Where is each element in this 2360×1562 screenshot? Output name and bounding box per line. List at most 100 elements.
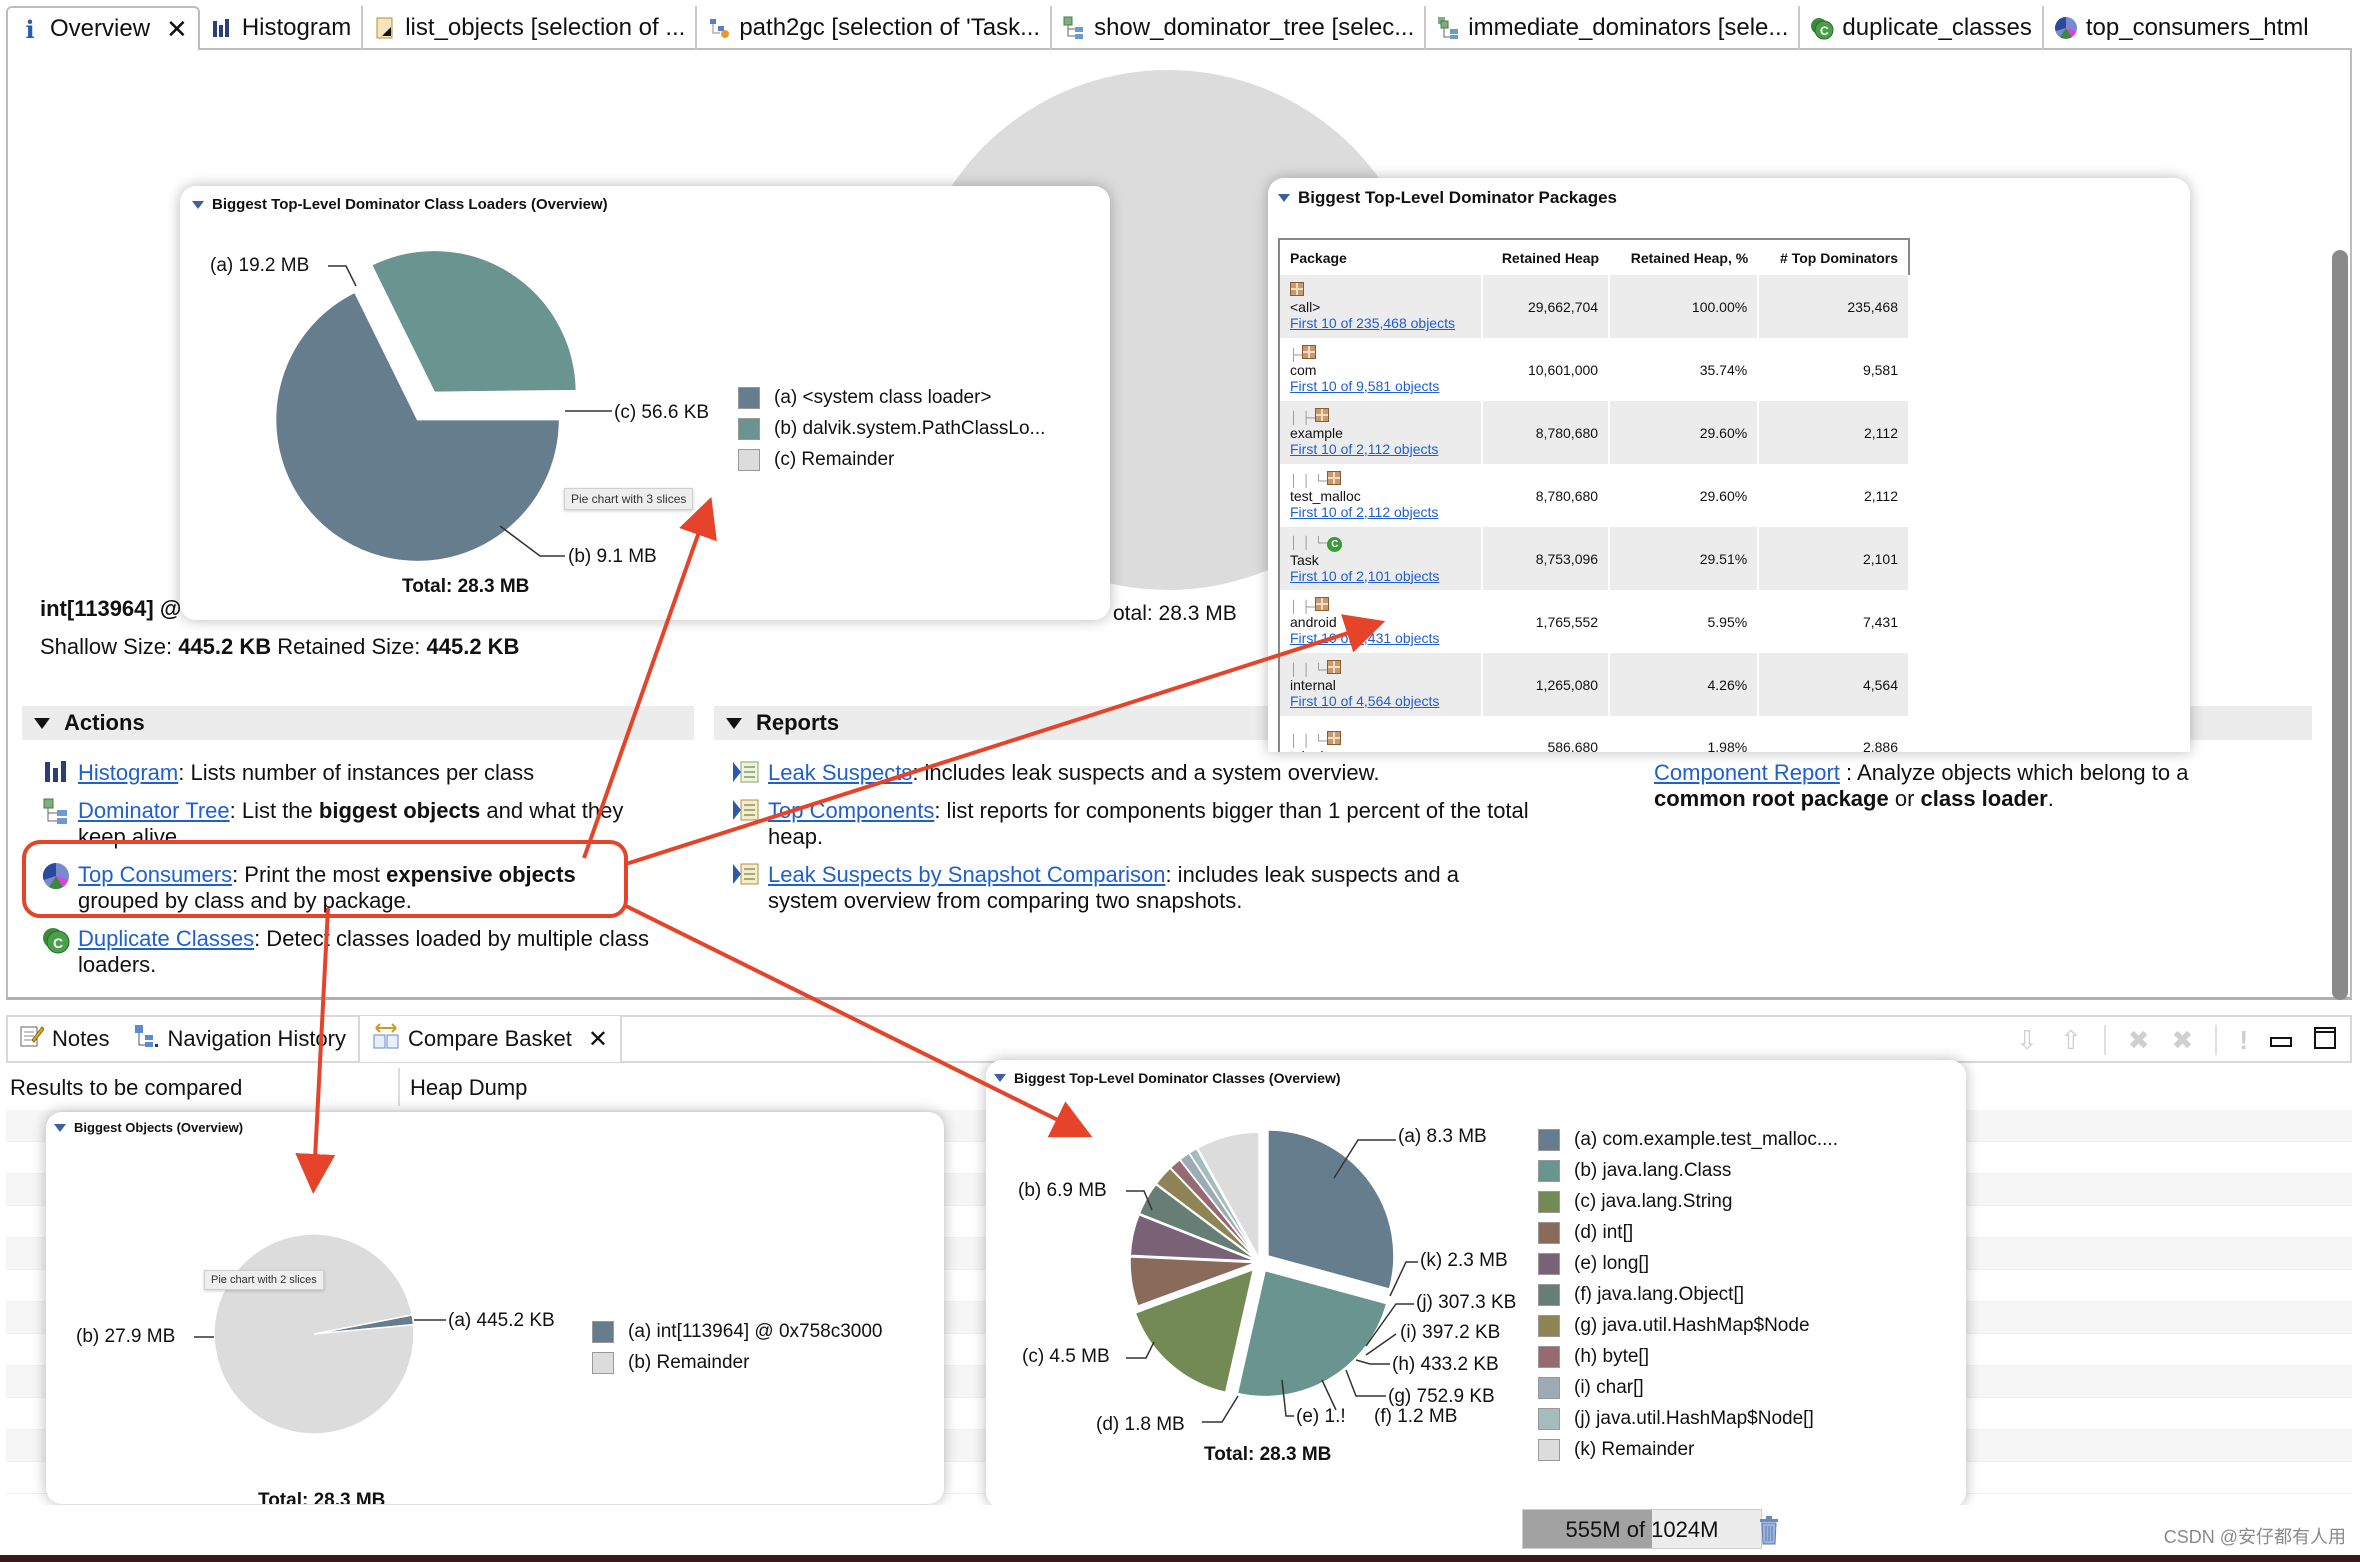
tab-notes[interactable]: Notes xyxy=(8,1016,121,1062)
legend-label: (j) java.util.HashMap$Node[] xyxy=(1574,1407,1814,1429)
legend-swatch xyxy=(592,1351,614,1374)
compare-basket-icon xyxy=(372,1022,400,1056)
package-name: android xyxy=(1290,614,1337,630)
remove-all-icon[interactable]: ✖ xyxy=(2172,1025,2194,1056)
data-label-f: (f) 1.2 MB xyxy=(1374,1406,1457,1427)
first-objects-link[interactable]: First 10 of 9,581 objects xyxy=(1290,378,1439,394)
maximize-icon[interactable] xyxy=(2314,1025,2336,1056)
report-icon xyxy=(732,798,760,826)
top-consumers-icon xyxy=(42,862,70,890)
package-name: telephony xyxy=(1290,748,1471,753)
retained-heap-cell: 586,680 xyxy=(1481,716,1611,752)
watermark: CSDN @安仔都有人用 xyxy=(2163,1527,2346,1547)
tab-top-consumers-html[interactable]: top_consumers_html xyxy=(2044,6,2319,50)
table-row[interactable]: │ │ └─ test_malloc First 10 of 2,112 objec… xyxy=(1279,464,1910,527)
top-components-link[interactable]: Top Components xyxy=(768,798,934,823)
packages-card-title[interactable]: Biggest Top-Level Dominator Packages xyxy=(1278,188,1617,208)
heap-status[interactable]: 555M of 1024M xyxy=(1522,1509,1762,1549)
first-objects-link[interactable]: First 10 of 2,112 objects xyxy=(1290,504,1438,520)
vertical-scrollbar[interactable] xyxy=(2332,250,2348,1000)
top-consumers-link[interactable]: Top Consumers xyxy=(78,862,232,887)
first-objects-link[interactable]: First 10 of 4,564 objects xyxy=(1290,693,1439,709)
data-label-b: (b) 6.9 MB xyxy=(1018,1180,1107,1201)
trash-icon[interactable] xyxy=(1758,1515,1780,1545)
reports-title: Reports xyxy=(756,710,840,735)
package-cell: │ ├─ example First 10 of 2,112 objects xyxy=(1279,401,1483,464)
tab-path2gc[interactable]: path2gc [selection of 'Task... xyxy=(697,6,1053,50)
legend-swatch xyxy=(1538,1221,1560,1244)
component-report-link[interactable]: Component Report xyxy=(1654,760,1840,785)
leak-suspects-link[interactable]: Leak Suspects xyxy=(768,760,912,785)
leader-line xyxy=(1355,1359,1390,1365)
close-icon[interactable]: ✕ xyxy=(166,14,188,45)
move-up-icon[interactable]: ⇧ xyxy=(2060,1025,2082,1056)
column-header-package[interactable]: Package xyxy=(1279,239,1482,275)
remove-icon[interactable]: ✖ xyxy=(2128,1025,2150,1056)
first-objects-link[interactable]: First 10 of 2,112 objects xyxy=(1290,441,1438,457)
window-bottom-edge xyxy=(0,1555,2360,1562)
column-header-retained-heap[interactable]: Retained Heap xyxy=(1481,239,1610,275)
tab-immediate-dominators[interactable]: immediate_dominators [sele... xyxy=(1426,6,1801,50)
retained-size-label: Retained Size: xyxy=(277,634,421,659)
pie-slice-b[interactable] xyxy=(213,1233,415,1435)
tab-overview[interactable]: i Overview ✕ xyxy=(6,6,200,50)
tab-show-dominator-tree[interactable]: show_dominator_tree [selec... xyxy=(1052,6,1427,50)
tab-navigation-history[interactable]: Navigation History xyxy=(121,1016,358,1062)
retained-pct-cell: 5.95% xyxy=(1609,590,1760,653)
package-cell: ├─ com First 10 of 9,581 objects xyxy=(1279,338,1483,401)
package-icon xyxy=(1327,730,1342,745)
move-down-icon[interactable]: ⇩ xyxy=(2016,1025,2038,1056)
column-header-retained-heap-pct[interactable]: Retained Heap, % xyxy=(1609,239,1759,275)
legend-item: (b) Remainder xyxy=(592,1347,883,1378)
legend-label: (a) com.example.test_malloc.... xyxy=(1574,1128,1838,1150)
top-dominators-cell: 9,581 xyxy=(1758,338,1910,401)
table-row[interactable]: │ │ └─ C Task First 10 of 2,101 objects 8,75… xyxy=(1279,527,1910,590)
compare-icon[interactable]: ! xyxy=(2239,1025,2248,1056)
actions-section-header[interactable]: Actions xyxy=(22,706,694,740)
close-icon[interactable]: ✕ xyxy=(588,1025,608,1054)
component-report-desc-mid: or xyxy=(1888,786,1921,811)
class-loaders-legend: (a) <system class loader> (b) dalvik.syst… xyxy=(738,382,1045,475)
table-row[interactable]: │ ├─ android First 10 of 7,431 objects 1,76… xyxy=(1279,590,1910,653)
legend-swatch xyxy=(1538,1376,1560,1399)
histogram-icon xyxy=(210,16,234,40)
table-row[interactable]: <all> First 10 of 235,468 objects 29,662,7… xyxy=(1279,275,1910,338)
tab-list-objects[interactable]: list_objects [selection of ... xyxy=(363,6,698,50)
legend-swatch xyxy=(1538,1438,1560,1461)
first-objects-link[interactable]: First 10 of 2,101 objects xyxy=(1290,568,1439,584)
table-row[interactable]: ├─ com First 10 of 9,581 objects 10,601,000… xyxy=(1279,338,1910,401)
class-loaders-card: Biggest Top-Level Dominator Class Loader… xyxy=(180,186,1110,620)
first-objects-link[interactable]: First 10 of 235,468 objects xyxy=(1290,315,1455,331)
top-consumers-desc: : Print the most xyxy=(232,862,387,887)
first-objects-link[interactable]: First 10 of 7,431 objects xyxy=(1290,630,1439,646)
column-separator[interactable] xyxy=(398,1068,400,1106)
tab-compare-basket[interactable]: Compare Basket ✕ xyxy=(358,1016,622,1062)
tab-histogram[interactable]: Histogram xyxy=(200,6,364,50)
column-results-to-be-compared[interactable]: Results to be compared xyxy=(10,1075,242,1101)
data-label-k: (k) 2.3 MB xyxy=(1420,1250,1508,1271)
leak-suspects-comparison-link[interactable]: Leak Suspects by Snapshot Comparison xyxy=(768,862,1165,887)
retained-heap-cell: 1,765,552 xyxy=(1481,590,1611,653)
pie-slice-b[interactable] xyxy=(370,249,578,394)
package-cell: │ │ └─ test_malloc First 10 of 2,112 objec… xyxy=(1279,464,1483,527)
duplicate-classes-link[interactable]: Duplicate Classes xyxy=(78,926,254,951)
dominator-tree-icon xyxy=(1062,16,1086,40)
column-header-top-dominators[interactable]: # Top Dominators xyxy=(1758,239,1909,275)
dominator-tree-link[interactable]: Dominator Tree xyxy=(78,798,230,823)
tree-guide: │ ├─ xyxy=(1290,411,1316,425)
table-row[interactable]: │ │ └─telephony586,6801.98%2,886 xyxy=(1279,716,1910,753)
pie-slice-a[interactable] xyxy=(1267,1129,1395,1290)
table-row[interactable]: │ │ └─ internal First 10 of 4,564 objects 1… xyxy=(1279,653,1910,716)
histogram-link[interactable]: Histogram xyxy=(78,760,178,785)
tab-label: Notes xyxy=(52,1026,110,1051)
tab-duplicate-classes[interactable]: C duplicate_classes xyxy=(1800,6,2044,50)
pie-slice-b[interactable] xyxy=(1236,1269,1388,1398)
pie-slice-c[interactable] xyxy=(425,403,569,407)
column-heap-dump[interactable]: Heap Dump xyxy=(410,1075,527,1101)
legend-item: (j) java.util.HashMap$Node[] xyxy=(1538,1403,1838,1434)
minimize-icon[interactable] xyxy=(2270,1025,2292,1056)
table-row[interactable]: │ ├─ example First 10 of 2,112 objects 8,78… xyxy=(1279,401,1910,464)
navigation-history-icon xyxy=(133,1024,159,1054)
legend-item: (g) java.util.HashMap$Node xyxy=(1538,1310,1838,1341)
legend-item: (h) byte[] xyxy=(1538,1341,1838,1372)
